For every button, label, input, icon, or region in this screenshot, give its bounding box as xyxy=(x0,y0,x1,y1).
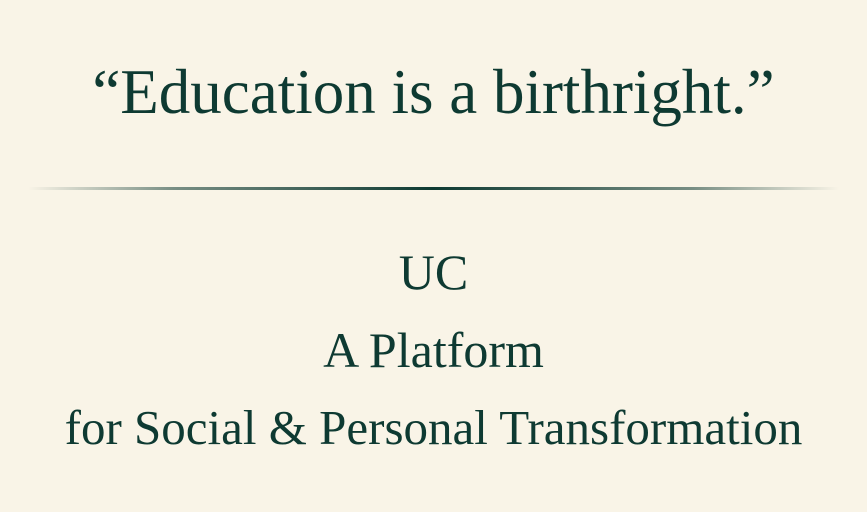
org-tagline-line-2: for Social & Personal Transformation xyxy=(64,400,803,455)
org-tagline-line-1: A Platform xyxy=(323,322,544,378)
org-name: UC xyxy=(398,244,469,300)
quote-text: “Education is a birthright.” xyxy=(92,57,775,127)
divider xyxy=(28,187,839,190)
